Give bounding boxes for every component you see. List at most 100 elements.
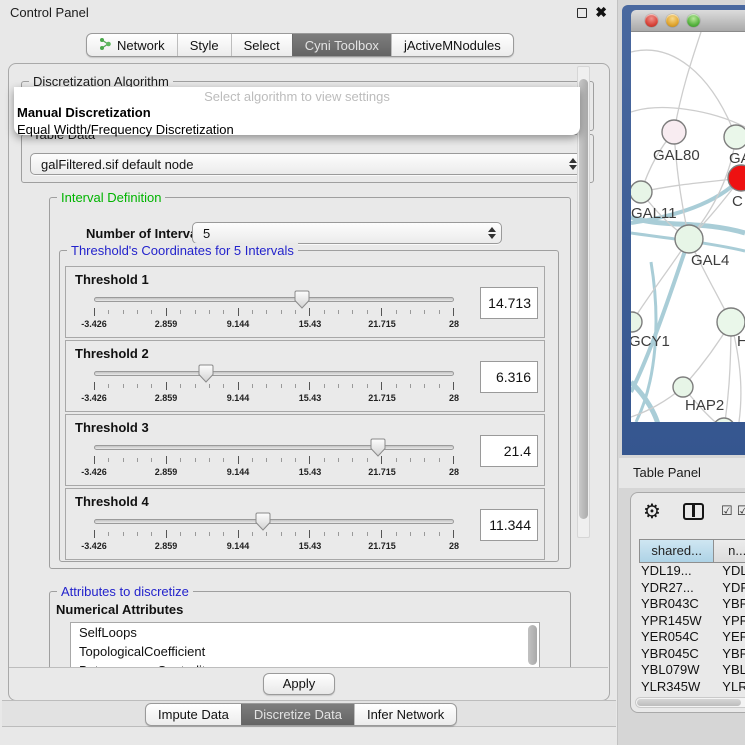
network-edge <box>674 32 701 132</box>
table-data-combobox[interactable]: galFiltered.sif default node <box>30 153 583 175</box>
control-panel-titlebar: Control Panel ✖ <box>0 0 617 24</box>
threshold-panel: Threshold 3-3.4262.8599.14415.4321.71528… <box>65 414 545 486</box>
gear-icon[interactable]: ⚙ <box>643 499 661 524</box>
algorithm-option[interactable]: Manual Discretization <box>14 104 580 121</box>
window-title: Control Panel <box>10 5 89 20</box>
cell-name: YDL1 <box>722 563 745 580</box>
float-window-icon[interactable] <box>577 8 587 18</box>
tab-impute-data[interactable]: Impute Data <box>146 704 241 725</box>
algorithm-prompt: Select algorithm to view settings <box>14 87 580 104</box>
tab-jactivemnodules[interactable]: jActiveMNodules <box>391 34 513 56</box>
slider-track[interactable] <box>94 371 454 376</box>
cell-shared-name: YDR27... <box>639 580 722 597</box>
table-row[interactable]: YER054CYER0 <box>639 629 745 646</box>
tab-select[interactable]: Select <box>231 34 292 56</box>
apply-button[interactable]: Apply <box>263 673 335 695</box>
network-node[interactable] <box>662 120 686 144</box>
tab-infer-network[interactable]: Infer Network <box>354 704 456 725</box>
slider-track[interactable] <box>94 297 454 302</box>
slider-scale-label: 9.144 <box>227 319 250 329</box>
bottom-tab-bar: Impute Data Discretize Data Infer Network <box>145 703 457 726</box>
threshold-label: Threshold 4 <box>75 494 149 509</box>
tab-label: Discretize Data <box>254 707 342 722</box>
table-row[interactable]: YPR145WYPR1 <box>639 613 745 630</box>
slider-scale-label: 21.715 <box>368 393 396 403</box>
threshold-slider[interactable]: -3.4262.8599.14415.4321.71528 <box>86 439 466 485</box>
cell-shared-name: YER054C <box>639 629 722 646</box>
network-node[interactable] <box>673 377 693 397</box>
tab-cyni-toolbox[interactable]: Cyni Toolbox <box>292 34 391 56</box>
threshold-value-field[interactable]: 21.4 <box>480 435 538 467</box>
tab-discretize-data[interactable]: Discretize Data <box>241 704 354 725</box>
threshold-slider[interactable]: -3.4262.8599.14415.4321.71528 <box>86 365 466 411</box>
column-header-name[interactable]: n... <box>714 539 745 563</box>
attribute-list-item[interactable]: SelfLoops <box>71 623 539 642</box>
network-edge <box>632 239 689 322</box>
network-node[interactable] <box>631 181 652 203</box>
cell-shared-name: YBR045C <box>639 646 722 663</box>
threshold-value-field[interactable]: 11.344 <box>480 509 538 541</box>
network-node[interactable] <box>724 125 745 149</box>
checkbox-icon[interactable]: ☑ <box>721 503 733 519</box>
network-node[interactable] <box>631 312 642 332</box>
scrollbar-thumb[interactable] <box>579 79 588 519</box>
network-node[interactable] <box>717 308 745 336</box>
attribute-list-item[interactable]: TopologicalCoefficient <box>71 642 539 661</box>
threshold-panel: Threshold 4-3.4262.8599.14415.4321.71528… <box>65 488 545 560</box>
slider-scale-label: 2.859 <box>155 467 178 477</box>
close-traffic-light-icon[interactable] <box>645 14 658 27</box>
slider-ticks <box>94 308 454 317</box>
combo-arrows-icon <box>488 225 496 241</box>
slider-track[interactable] <box>94 445 454 450</box>
table-row[interactable]: YLR345WYLR3 <box>639 679 745 696</box>
algorithm-option[interactable]: Equal Width/Frequency Discretization <box>14 121 580 138</box>
slider-scale-label: -3.426 <box>81 319 107 329</box>
network-node-label: GA <box>729 150 745 167</box>
table-row[interactable]: YDR27...YDR2 <box>639 580 745 597</box>
zoom-traffic-light-icon[interactable] <box>687 14 700 27</box>
network-node-label: GCY1 <box>631 333 670 350</box>
table-hscrollbar[interactable] <box>635 697 745 708</box>
network-icon <box>99 37 112 53</box>
numerical-attributes-list[interactable]: SelfLoopsTopologicalCoefficientBetweenne… <box>70 622 540 667</box>
column-header-shared[interactable]: shared... <box>639 539 714 563</box>
threshold-value-field[interactable]: 14.713 <box>480 287 538 319</box>
settings-scroll-viewport: Interval Definition Number of Intervals … <box>15 189 587 667</box>
tab-label: Select <box>244 38 280 53</box>
close-icon[interactable]: ✖ <box>595 4 607 21</box>
tab-network[interactable]: Network <box>87 34 177 56</box>
slider-scale-label: 15.43 <box>299 541 322 551</box>
network-window-titlebar <box>631 10 745 32</box>
divider <box>9 667 608 668</box>
threshold-value-field[interactable]: 6.316 <box>480 361 538 393</box>
slider-scale-label: 21.715 <box>368 541 396 551</box>
algorithm-dropdown-popup: Select algorithm to view settings Manual… <box>14 87 580 135</box>
minimize-traffic-light-icon[interactable] <box>666 14 679 27</box>
slider-track[interactable] <box>94 519 454 524</box>
threshold-slider[interactable]: -3.4262.8599.14415.4321.71528 <box>86 513 466 559</box>
slider-scale-label: 9.144 <box>227 393 250 403</box>
table-row[interactable]: YBR045CYBR0 <box>639 646 745 663</box>
table-header-row: shared... n... <box>639 539 745 563</box>
table-row[interactable]: YDL19...YDL1 <box>639 563 745 580</box>
table-row[interactable]: YBR043CYBR0 <box>639 596 745 613</box>
slider-scale-label: -3.426 <box>81 541 107 551</box>
tab-style[interactable]: Style <box>177 34 231 56</box>
threshold-slider[interactable]: -3.4262.8599.14415.4321.71528 <box>86 291 466 337</box>
network-canvas[interactable]: GAL80GACGAL11GAL4GCY1HHAP2 <box>631 32 745 422</box>
network-node[interactable] <box>713 418 735 422</box>
scrollbar-thumb[interactable] <box>637 699 741 706</box>
num-intervals-spinner[interactable]: 5 <box>192 222 502 244</box>
network-node[interactable] <box>675 225 703 253</box>
checkbox-icon[interactable]: ☑ <box>737 503 745 519</box>
cell-shared-name: YDL19... <box>639 563 722 580</box>
tab-label: Cyni Toolbox <box>305 38 379 53</box>
table-row[interactable]: YBL079WYBL0 <box>639 662 745 679</box>
thresholds-group: Threshold's Coordinates for 5 Intervals … <box>59 250 559 562</box>
slider-ticks <box>94 382 454 391</box>
tab-label: Style <box>190 38 219 53</box>
attributes-group: Attributes to discretize Numerical Attri… <box>49 591 571 667</box>
split-table-icon[interactable] <box>683 503 704 520</box>
list-scrollbar[interactable] <box>528 625 537 665</box>
slider-scale-label: 9.144 <box>227 467 250 477</box>
